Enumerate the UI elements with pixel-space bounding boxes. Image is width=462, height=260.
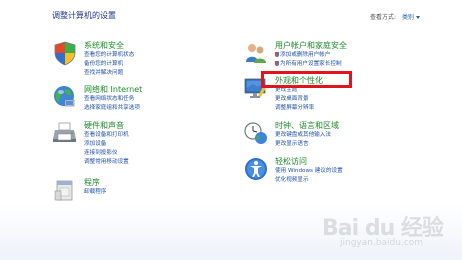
- link-uninstall-program[interactable]: 卸载程序: [84, 188, 106, 197]
- link-troubleshoot[interactable]: 查找并解决问题: [84, 69, 134, 78]
- link-change-display-language[interactable]: 更改显示语言: [275, 140, 331, 149]
- link-homegroup-sharing[interactable]: 选择家庭组和共享选项: [84, 104, 140, 113]
- view-by-control[interactable]: 查看方式: 类别: [370, 12, 421, 21]
- link-add-device[interactable]: 添加设备: [84, 140, 129, 149]
- system-links: 查看您的计算机状态 备份您的计算机 查找并解决问题: [84, 51, 134, 78]
- page-title: 调整计算机的设置: [52, 11, 116, 20]
- link-view-computer-status[interactable]: 查看您的计算机状态: [84, 51, 134, 60]
- highlight-box: [261, 71, 352, 88]
- link-parental-controls-label: 为所有用户设置家长控制: [280, 61, 342, 67]
- users-icon[interactable]: [243, 40, 269, 66]
- uac-shield-icon: [275, 52, 279, 57]
- category-heading-clock[interactable]: 时钟、语言和区域: [275, 120, 339, 131]
- ease-links: 使用 Windows 建议的设置 优化视频显示: [275, 167, 343, 185]
- programs-links: 卸载程序: [84, 188, 106, 197]
- category-heading-network[interactable]: 网络和 Internet: [84, 84, 142, 95]
- network-globe-icon[interactable]: [52, 84, 78, 110]
- link-mobility-settings[interactable]: 调整常用移动设置: [84, 158, 129, 167]
- shield-icon[interactable]: [52, 40, 78, 66]
- accessibility-icon[interactable]: [243, 156, 269, 182]
- link-recommended-settings[interactable]: 使用 Windows 建议的设置: [275, 167, 343, 176]
- link-change-input-method[interactable]: 更改键盘或其他输入法: [275, 131, 331, 140]
- link-network-status[interactable]: 查看网络状态和任务: [84, 95, 140, 104]
- category-heading-hardware[interactable]: 硬件和声音: [84, 120, 124, 131]
- category-heading-programs[interactable]: 程序: [84, 177, 100, 188]
- category-heading-users[interactable]: 用户帐户和家庭安全: [275, 40, 347, 51]
- link-connect-projector[interactable]: 连接到投影仪: [84, 149, 129, 158]
- link-add-remove-accounts[interactable]: 添加或删除用户帐户: [275, 51, 342, 60]
- link-optimize-visual-display[interactable]: 优化视频显示: [275, 176, 343, 185]
- printer-icon[interactable]: [52, 120, 78, 146]
- link-desktop-background[interactable]: 更改桌面背景: [275, 95, 314, 104]
- link-add-remove-accounts-label: 添加或删除用户帐户: [280, 52, 331, 58]
- view-by-value[interactable]: 类别: [402, 14, 414, 21]
- clock-globe-icon[interactable]: [243, 120, 269, 146]
- link-screen-resolution[interactable]: 调整屏幕分辨率: [275, 104, 314, 113]
- users-links: 添加或删除用户帐户 为所有用户设置家长控制: [275, 51, 342, 69]
- link-backup-computer[interactable]: 备份您的计算机: [84, 60, 134, 69]
- chevron-down-icon[interactable]: [416, 16, 421, 19]
- view-by-label: 查看方式:: [370, 14, 397, 21]
- watermark-url: jingyan.baidu.com: [340, 238, 424, 248]
- appearance-links: 更改主题 更改桌面背景 调整屏幕分辨率: [275, 86, 314, 113]
- network-links: 查看网络状态和任务 选择家庭组和共享选项: [84, 95, 140, 113]
- link-devices-printers[interactable]: 查看设备和打印机: [84, 131, 129, 140]
- uac-shield-icon: [275, 61, 279, 66]
- programs-icon[interactable]: [52, 177, 78, 203]
- hardware-links: 查看设备和打印机 添加设备 连接到投影仪 调整常用移动设置: [84, 131, 129, 167]
- category-heading-ease[interactable]: 轻松访问: [275, 156, 307, 167]
- link-parental-controls[interactable]: 为所有用户设置家长控制: [275, 60, 342, 69]
- category-heading-system[interactable]: 系统和安全: [84, 40, 124, 51]
- clock-links: 更改键盘或其他输入法 更改显示语言: [275, 131, 331, 149]
